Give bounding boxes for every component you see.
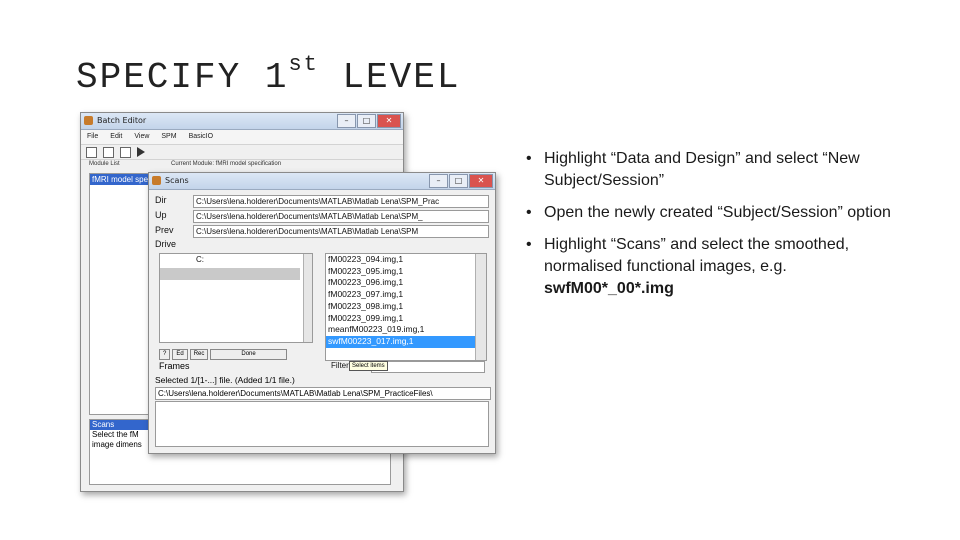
help-button[interactable]: ? xyxy=(159,349,171,360)
matlab-app-icon xyxy=(84,116,93,125)
prev-path-dropdown[interactable]: C:\Users\lena.holderer\Documents\MATLAB\… xyxy=(193,225,489,238)
title-main: SPECIFY 1 xyxy=(76,57,289,98)
dir-path-field[interactable]: C:\Users\lena.holderer\Documents\MATLAB\… xyxy=(193,195,489,208)
file-item[interactable]: fM00223_099.img,1 xyxy=(326,313,486,325)
directory-list-item[interactable] xyxy=(160,268,300,280)
file-item[interactable]: fM00223_097.img,1 xyxy=(326,289,486,301)
matlab-app-icon xyxy=(152,176,161,185)
current-module-header: Current Module: fMRI model specification xyxy=(171,161,282,167)
title-end: LEVEL xyxy=(318,57,461,98)
bullet-item: • Highlight “Data and Design” and select … xyxy=(520,148,900,192)
open-folder-icon[interactable] xyxy=(103,146,114,158)
directory-list[interactable]: C: xyxy=(159,253,313,343)
bullet-text: Highlight “Data and Design” and select “… xyxy=(544,150,860,189)
bullet-item: • Open the newly created “Subject/Session… xyxy=(520,202,900,224)
maximize-button[interactable]: □ xyxy=(449,174,468,188)
slide-title: SPECIFY 1st LEVEL xyxy=(76,52,461,98)
save-icon[interactable] xyxy=(120,146,131,158)
help-line: Scans xyxy=(90,420,148,430)
scans-titlebar: Scans – □ ✕ xyxy=(149,173,495,190)
file-item[interactable]: fM00223_096.img,1 xyxy=(326,277,486,289)
up-label[interactable]: Up xyxy=(155,210,167,220)
bullet-item: • Highlight “Scans” and select the smooth… xyxy=(520,234,900,300)
minimize-button[interactable]: – xyxy=(429,174,448,188)
file-item[interactable]: fM00223_095.img,1 xyxy=(326,266,486,278)
batch-editor-titlebar: Batch Editor – □ ✕ xyxy=(81,113,403,130)
batch-editor-title: Batch Editor xyxy=(97,116,147,125)
module-list-header: Module List xyxy=(89,161,120,167)
file-item[interactable]: fM00223_094.img,1 xyxy=(326,254,486,266)
rec-button[interactable]: Rec xyxy=(189,349,209,360)
bullet-text: Highlight “Scans” and select the smoothe… xyxy=(544,236,850,275)
batch-toolbar xyxy=(81,145,403,160)
bullet-text: Open the newly created “Subject/Session”… xyxy=(544,204,891,221)
file-item[interactable]: meanfM00223_019.img,1 xyxy=(326,324,486,336)
close-button[interactable]: ✕ xyxy=(377,114,401,128)
menu-file[interactable]: File xyxy=(87,130,98,144)
run-icon[interactable] xyxy=(137,147,145,157)
menu-spm[interactable]: SPM xyxy=(161,130,176,144)
edit-button[interactable]: Ed xyxy=(172,349,188,360)
directory-scrollbar[interactable] xyxy=(303,254,312,342)
module-headers: Module List Current Module: fMRI model s… xyxy=(81,160,403,171)
module-list-item[interactable]: fMRI model spe xyxy=(90,174,152,185)
file-item[interactable]: fM00223_098.img,1 xyxy=(326,301,486,313)
select-items-tooltip: Select items xyxy=(349,361,388,371)
scans-title: Scans xyxy=(165,176,189,185)
menu-basicio[interactable]: BasicIO xyxy=(189,130,214,144)
bullet-icon: • xyxy=(526,236,532,253)
selected-path[interactable]: C:\Users\lena.holderer\Documents\MATLAB\… xyxy=(155,387,491,400)
bullet-icon: • xyxy=(526,150,532,167)
filter-label: Filter xyxy=(331,361,349,370)
bullet-list: • Highlight “Data and Design” and select … xyxy=(520,148,900,310)
close-button[interactable]: ✕ xyxy=(469,174,493,188)
menu-view[interactable]: View xyxy=(134,130,149,144)
batch-menubar: File Edit View SPM BasicIO xyxy=(81,130,403,145)
maximize-button[interactable]: □ xyxy=(357,114,376,128)
new-file-icon[interactable] xyxy=(86,146,97,158)
minimize-button[interactable]: – xyxy=(337,114,356,128)
up-path-dropdown[interactable]: C:\Users\lena.holderer\Documents\MATLAB\… xyxy=(193,210,489,223)
filter-input[interactable] xyxy=(371,361,485,373)
prev-label[interactable]: Prev xyxy=(155,225,174,235)
drive-label: Drive xyxy=(155,239,177,249)
bullet-icon: • xyxy=(526,204,532,221)
title-superscript: st xyxy=(288,52,319,77)
drive-select[interactable]: C: xyxy=(194,254,308,265)
selected-info: Selected 1/[1-...] file. (Added 1/1 file… xyxy=(155,375,295,385)
dialog-buttons: ? Ed Rec Done xyxy=(159,349,287,360)
module-list[interactable]: fMRI model spe xyxy=(89,173,153,415)
done-button[interactable]: Done xyxy=(210,349,287,360)
selected-files-box[interactable] xyxy=(155,401,489,447)
scans-dialog: Scans – □ ✕ Dir C:\Users\lena.holderer\D… xyxy=(148,172,496,454)
frames-label: Frames xyxy=(159,361,190,371)
menu-edit[interactable]: Edit xyxy=(110,130,122,144)
file-list-scrollbar[interactable] xyxy=(475,254,486,360)
bullet-bold-filename: swfM00*_00*.img xyxy=(544,280,674,297)
spm-screenshot: Batch Editor – □ ✕ File Edit View SPM Ba… xyxy=(76,108,496,496)
file-list[interactable]: fM00223_094.img,1 fM00223_095.img,1 fM00… xyxy=(325,253,487,361)
dir-label: Dir xyxy=(155,195,167,205)
file-item-selected[interactable]: swfM00223_017.img,1 xyxy=(326,335,486,348)
